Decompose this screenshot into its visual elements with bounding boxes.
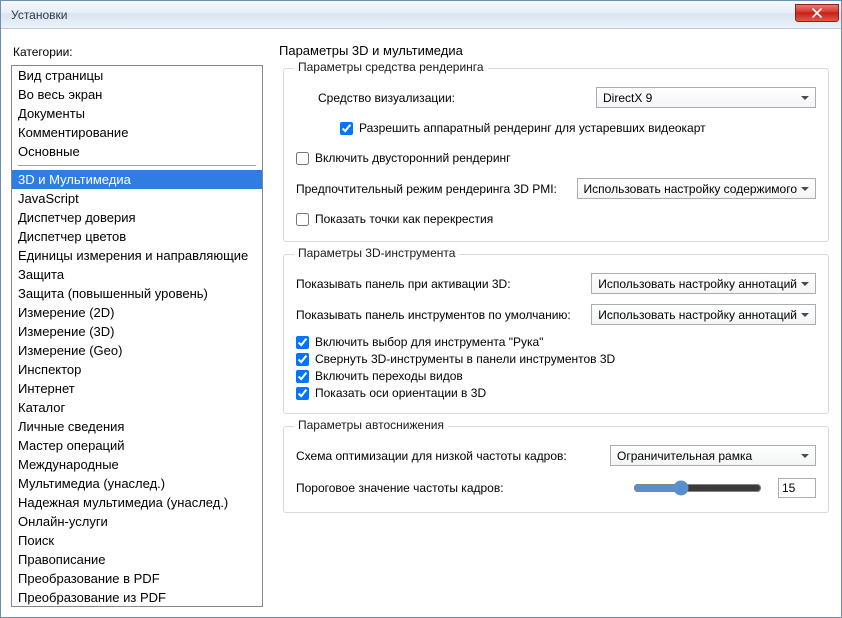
category-item[interactable]: Поиск [12,531,262,550]
category-item[interactable]: Интернет [12,379,262,398]
orientation-axes-label: Показать оси ориентации в 3D [315,386,486,400]
vis-device-label: Средство визуализации: [296,91,455,105]
category-item[interactable]: Преобразование из PDF [12,588,262,607]
allow-hw-render-label: Разрешить аппаратный рендеринг для устар… [359,121,706,135]
crosshair-checkbox[interactable]: Показать точки как перекрестия [296,212,493,226]
view-transitions-input[interactable] [296,370,309,383]
category-item[interactable]: Диспетчер цветов [12,227,262,246]
hand-select-label: Включить выбор для инструмента "Рука" [315,335,543,349]
category-item[interactable]: Во весь экран [12,85,262,104]
category-item[interactable]: Надежная мультимедиа (унаслед.) [12,493,262,512]
category-item[interactable]: Правописание [12,550,262,569]
titlebar: Установки [1,1,841,29]
group-tool: Параметры 3D-инструмента Показывать пане… [283,254,829,414]
double-sided-label: Включить двусторонний рендеринг [315,151,511,165]
category-item[interactable]: Преобразование в PDF [12,569,262,588]
panel-activate-select[interactable]: Использовать настройку аннотаций [591,273,816,294]
category-item[interactable]: Онлайн-услуги [12,512,262,531]
category-item[interactable]: Инспектор [12,360,262,379]
hand-select-input[interactable] [296,336,309,349]
opt-scheme-label: Схема оптимизации для низкой частоты кад… [296,449,567,463]
double-sided-input[interactable] [296,152,309,165]
fps-threshold-slider-wrap [625,476,770,500]
category-separator [18,165,256,166]
collapse-3d-label: Свернуть 3D-инструменты в панели инструм… [315,352,615,366]
fps-threshold-input[interactable] [778,478,816,498]
panel-activate-value: Использовать настройку аннотаций [598,277,797,291]
double-sided-checkbox[interactable]: Включить двусторонний рендеринг [296,151,511,165]
group-tool-title: Параметры 3D-инструмента [294,246,459,260]
pmi-mode-label: Предпочтительный режим рендеринга 3D PMI… [296,182,557,196]
view-transitions-checkbox[interactable]: Включить переходы видов [296,369,816,383]
page-title: Параметры 3D и мультимедиа [279,43,831,58]
categories-listbox[interactable]: Вид страницыВо весь экранДокументыКоммен… [11,65,263,607]
collapse-3d-checkbox[interactable]: Свернуть 3D-инструменты в панели инструм… [296,352,816,366]
collapse-3d-input[interactable] [296,353,309,366]
allow-hw-render-input[interactable] [340,122,353,135]
category-item[interactable]: Защита [12,265,262,284]
group-auto-title: Параметры автоснижения [294,418,448,432]
category-item[interactable]: Международные [12,455,262,474]
default-panel-value: Использовать настройку аннотаций [598,308,797,322]
vis-device-value: DirectX 9 [603,91,652,105]
fps-threshold-label: Пороговое значение частоты кадров: [296,481,504,495]
category-item[interactable]: Диспетчер доверия [12,208,262,227]
category-item[interactable]: Измерение (3D) [12,322,262,341]
group-auto: Параметры автоснижения Схема оптимизации… [283,426,829,513]
preferences-window: Установки Категории: Вид страницыВо весь… [0,0,842,618]
orientation-axes-checkbox[interactable]: Показать оси ориентации в 3D [296,386,816,400]
category-item[interactable]: Измерение (Geo) [12,341,262,360]
close-button[interactable] [795,4,839,22]
category-item[interactable]: 3D и Мультимедиа [12,170,262,189]
category-item[interactable]: Каталог [12,398,262,417]
crosshair-label: Показать точки как перекрестия [315,212,493,226]
fps-threshold-slider[interactable] [633,478,762,498]
vis-device-select[interactable]: DirectX 9 [596,87,816,108]
category-item[interactable]: Мультимедиа (унаслед.) [12,474,262,493]
default-panel-select[interactable]: Использовать настройку аннотаций [591,304,816,325]
group-render: Параметры средства рендеринга Средство в… [283,68,829,242]
settings-panel: Параметры 3D и мультимедиа Параметры сре… [275,39,831,607]
content-area: Категории: Вид страницыВо весь экранДоку… [1,29,841,617]
category-item[interactable]: Измерение (2D) [12,303,262,322]
category-item[interactable]: JavaScript [12,189,262,208]
panel-activate-label: Показывать панель при активации 3D: [296,277,511,291]
pmi-mode-value: Использовать настройку содержимого [584,182,797,196]
category-item[interactable]: Документы [12,104,262,123]
category-item[interactable]: Защита (повышенный уровень) [12,284,262,303]
window-title: Установки [11,8,67,22]
category-item[interactable]: Единицы измерения и направляющие [12,246,262,265]
allow-hw-render-checkbox[interactable]: Разрешить аппаратный рендеринг для устар… [340,121,706,135]
group-render-title: Параметры средства рендеринга [294,60,488,74]
categories-label: Категории: [13,45,263,59]
default-panel-label: Показывать панель инструментов по умолча… [296,308,571,322]
view-transitions-label: Включить переходы видов [315,369,463,383]
crosshair-input[interactable] [296,213,309,226]
category-item[interactable]: Личные сведения [12,417,262,436]
opt-scheme-select[interactable]: Ограничительная рамка [610,445,816,466]
category-item[interactable]: Комментирование [12,123,262,142]
categories-panel: Категории: Вид страницыВо весь экранДоку… [11,39,263,607]
category-item[interactable]: Вид страницы [12,66,262,85]
close-icon [812,8,822,18]
category-item[interactable]: Основные [12,142,262,161]
pmi-mode-select[interactable]: Использовать настройку содержимого [577,178,816,199]
hand-select-checkbox[interactable]: Включить выбор для инструмента "Рука" [296,335,816,349]
category-item[interactable]: Мастер операций [12,436,262,455]
orientation-axes-input[interactable] [296,387,309,400]
opt-scheme-value: Ограничительная рамка [617,449,752,463]
